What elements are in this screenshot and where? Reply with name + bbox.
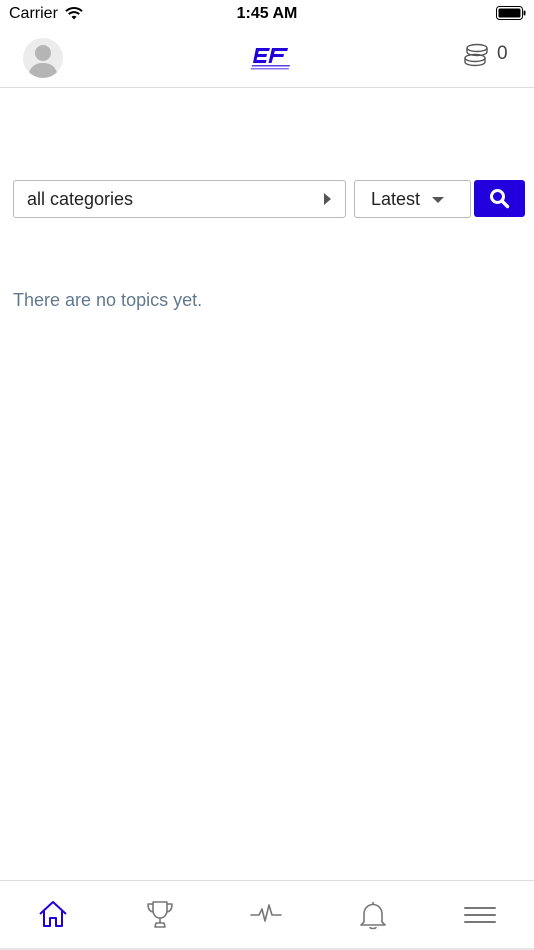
sort-select[interactable]: Latest: [354, 180, 471, 218]
home-icon: [39, 901, 67, 927]
coins-icon: [464, 43, 488, 67]
sort-select-value: Latest: [371, 189, 421, 209]
category-select[interactable]: all categories: [13, 180, 346, 218]
caret-down-icon: [432, 197, 444, 203]
bottom-tab-bar: [0, 880, 534, 950]
trophy-icon: [147, 901, 173, 928]
avatar[interactable]: [23, 38, 63, 78]
user-avatar-icon: [28, 45, 58, 78]
status-bar: Carrier 1:45 AM: [0, 0, 534, 28]
tab-activity[interactable]: [236, 881, 296, 947]
tab-home[interactable]: [23, 881, 83, 947]
coin-count: 0: [497, 43, 508, 64]
tab-leaderboard[interactable]: [130, 881, 190, 947]
activity-icon: [250, 904, 282, 922]
search-icon: [490, 189, 510, 209]
category-select-value: all categories: [27, 189, 134, 209]
clock: 1:45 AM: [236, 5, 298, 22]
empty-topics-message: There are no topics yet.: [13, 290, 203, 310]
tab-menu[interactable]: [450, 881, 510, 947]
search-button[interactable]: [474, 180, 525, 217]
menu-icon: [464, 907, 496, 923]
caret-right-icon: [324, 193, 331, 205]
battery-icon: [496, 6, 526, 20]
tab-notifications[interactable]: [343, 881, 403, 947]
bell-icon: [360, 902, 386, 930]
app-header: 0: [0, 28, 534, 88]
ef-logo-icon[interactable]: [250, 46, 292, 72]
